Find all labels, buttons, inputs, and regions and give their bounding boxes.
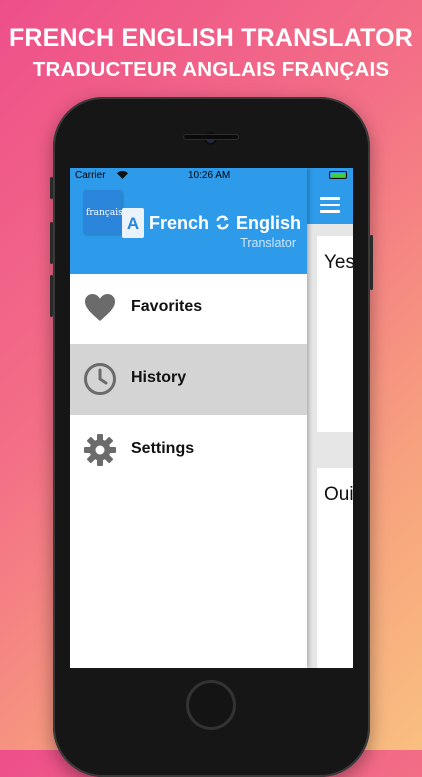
menu-label-favorites: Favorites <box>131 298 203 315</box>
menu-item-history[interactable]: History <box>70 344 307 415</box>
logo-title-right: English <box>236 213 302 233</box>
drawer-status-bar: Carrier 10:26 AM <box>70 168 353 184</box>
status-time: 10:26 AM <box>188 170 231 181</box>
home-button[interactable] <box>186 680 236 730</box>
source-text-card[interactable]: Yes <box>317 236 353 432</box>
app-logo-title: French English <box>149 213 301 234</box>
flag-card-text: français <box>86 208 123 218</box>
promo-headline: FRENCH ENGLISH TRANSLATOR <box>8 24 414 52</box>
logo-title-left: French <box>149 213 210 233</box>
swap-arrows-icon <box>216 215 229 230</box>
drawer-header: Carrier 10:26 AM français A French Engli… <box>70 168 307 274</box>
volume-down-button <box>50 275 53 317</box>
french-card-icon: français <box>83 190 123 234</box>
translated-text: Oui <box>324 484 353 505</box>
english-card-icon: A <box>122 208 144 238</box>
promo-subheadline: TRADUCTEUR ANGLAIS FRANÇAIS <box>32 58 390 81</box>
side-drawer: Carrier 10:26 AM français A French Engli… <box>70 168 307 668</box>
gear-icon <box>84 434 116 466</box>
battery-icon <box>329 171 347 179</box>
wifi-icon <box>116 170 129 183</box>
menu-label-settings: Settings <box>131 440 195 457</box>
menu-item-settings[interactable]: Settings <box>70 415 307 486</box>
carrier-label: Carrier <box>75 170 106 181</box>
clock-icon <box>84 363 116 395</box>
app-logo-subtitle: Translator <box>240 236 296 250</box>
mute-switch <box>50 177 53 199</box>
heart-icon <box>85 294 115 321</box>
power-button <box>370 235 373 290</box>
menu-label-history: History <box>131 369 187 386</box>
main-view: Yes Oui <box>307 168 353 668</box>
source-text: Yes <box>324 252 353 273</box>
hamburger-menu-icon[interactable] <box>320 197 340 217</box>
menu-item-favorites[interactable]: Favorites <box>70 273 307 344</box>
app-screen: Yes Oui Carrier 10:26 AM Carrier 10:26 A… <box>70 168 353 668</box>
volume-up-button <box>50 222 53 264</box>
translation-card[interactable]: Oui <box>317 468 353 668</box>
earpiece-speaker <box>183 134 239 140</box>
